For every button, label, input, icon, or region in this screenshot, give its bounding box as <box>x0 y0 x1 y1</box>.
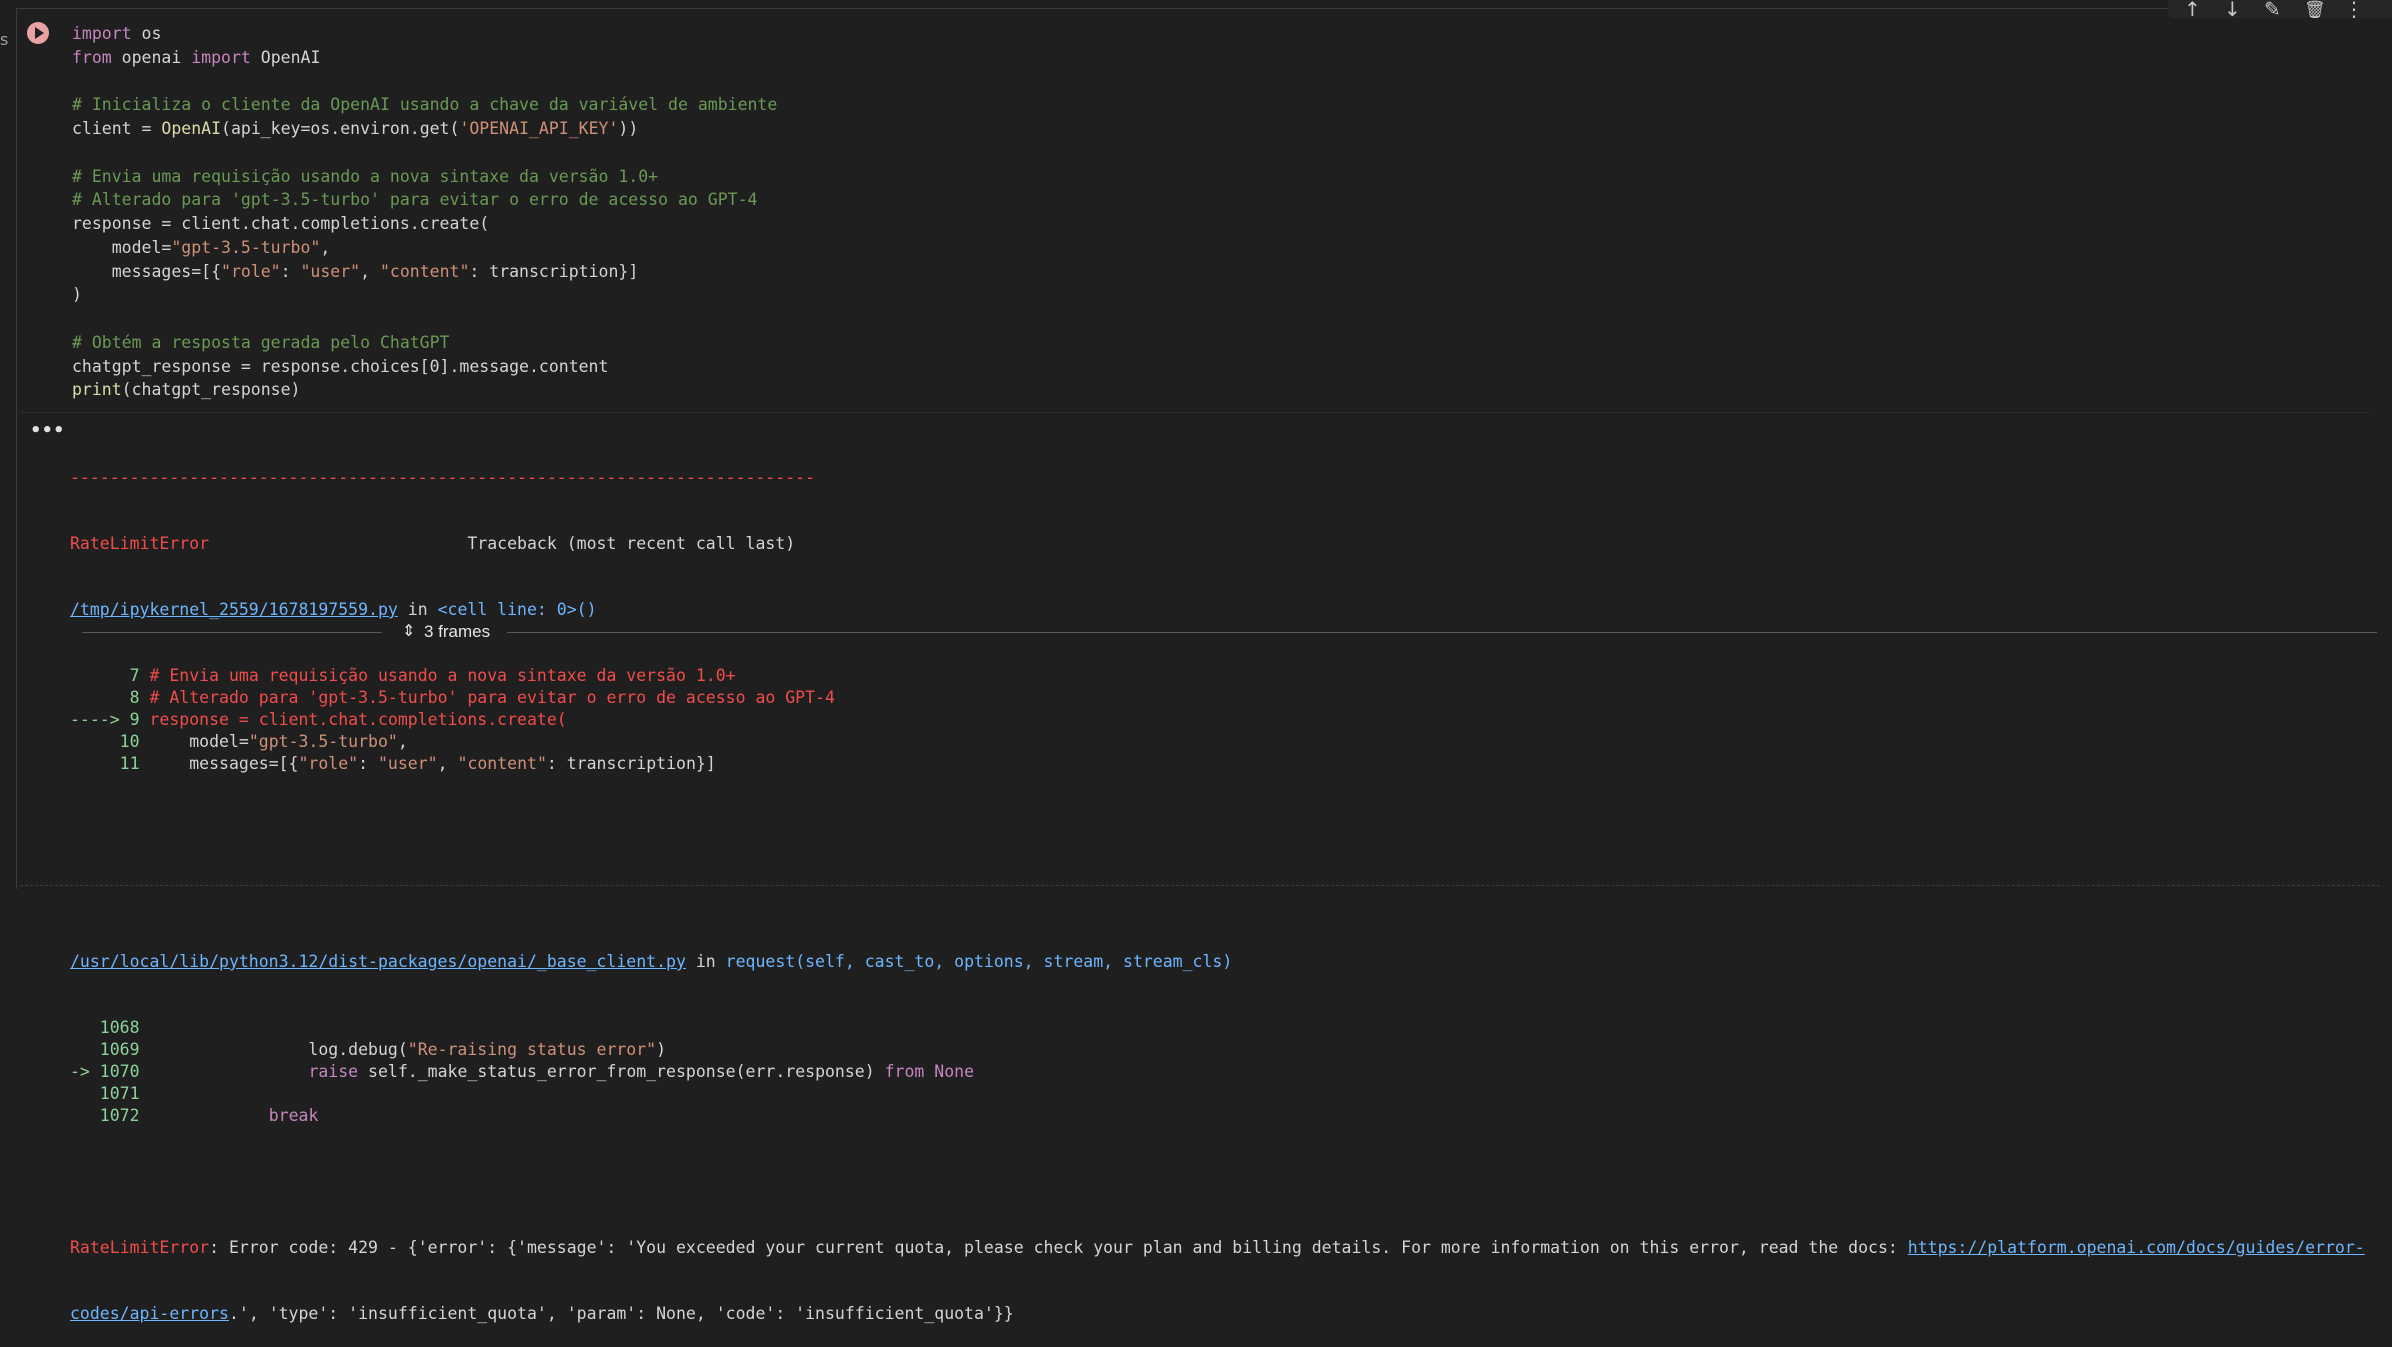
line-number: -> 1070 <box>70 1062 150 1081</box>
code-line: from openai import OpenAI <box>72 47 321 67</box>
code-line: # Alterado para 'gpt-3.5-turbo' para evi… <box>72 190 758 210</box>
traceback-dashes: ----------------------------------------… <box>70 468 816 487</box>
line-number: 1072 <box>70 1106 150 1125</box>
traceback-code: # Alterado para 'gpt-3.5-turbo' para evi… <box>149 688 835 707</box>
line-number: 1068 <box>70 1018 150 1037</box>
more-vert-icon[interactable]: ⋮ <box>2344 0 2364 21</box>
code-line: # Obtém a resposta gerada pelo ChatGPT <box>72 332 450 352</box>
frames-rule-right <box>507 632 2377 633</box>
traceback-location-2: request(self, cast_to, options, stream, … <box>725 952 1233 971</box>
line-number: ----> 9 <box>70 710 150 729</box>
traceback-code: # Envia uma requisição usando a nova sin… <box>149 666 736 685</box>
traceback-file-link[interactable]: /tmp/ipykernel_2559/1678197559.py <box>70 600 398 619</box>
traceback-code: log.debug("Re-raising status error") <box>149 1040 667 1059</box>
traceback-header: Traceback (most recent call last) <box>467 534 796 553</box>
line-number: 7 <box>70 666 150 685</box>
collapsed-frames-toggle[interactable]: ⇕ 3 frames <box>82 621 2377 642</box>
code-line: messages=[{"role": "user", "content": tr… <box>72 261 639 281</box>
line-number: 8 <box>70 688 150 707</box>
traceback-file-row-2: /usr/local/lib/python3.12/dist-packages/… <box>70 951 2365 973</box>
error-name: RateLimitError <box>70 534 210 553</box>
line-number: 10 <box>70 732 150 751</box>
unfold-icon: ⇕ <box>402 621 416 640</box>
arrow-up-icon[interactable]: ↑ <box>2184 0 2201 21</box>
traceback-line: 1069 log.debug("Re-raising status error"… <box>70 1039 2365 1061</box>
code-line: # Inicializa o cliente da OpenAI usando … <box>72 95 778 115</box>
traceback-in-2: in <box>685 952 726 971</box>
cell-bottom-border <box>20 885 2380 886</box>
code-line: print(chatgpt_response) <box>72 380 301 400</box>
traceback-code: response = client.chat.completions.creat… <box>149 710 567 729</box>
docs-link[interactable]: https://platform.openai.com/docs/guides/… <box>1908 1238 2365 1257</box>
traceback-line: 10 model="gpt-3.5-turbo", <box>70 731 2365 753</box>
code-line: response = client.chat.completions.creat… <box>72 214 490 233</box>
traceback-line: -> 1070 raise self._make_status_error_fr… <box>70 1061 2365 1083</box>
frames-label: 3 frames <box>424 622 491 641</box>
cell-toolbar: ↑ ↓ ✎ 🗑 ⋮ <box>2168 0 2392 21</box>
code-line: ) <box>72 285 82 305</box>
run-cell-button[interactable] <box>27 22 49 44</box>
traceback-code: messages=[{"role": "user", "content": tr… <box>149 754 716 773</box>
traceback-line: 8 # Alterado para 'gpt-3.5-turbo' para e… <box>70 687 2365 709</box>
traceback-code: break <box>268 1106 319 1125</box>
traceback-line: 1072 break <box>70 1105 2365 1127</box>
code-line: client = OpenAI(api_key=os.environ.get('… <box>72 119 639 138</box>
final-error-message: : Error code: 429 - {'error': {'message'… <box>209 1238 1908 1257</box>
traceback-lines-2: 1068 1069 log.debug("Re-raising status e… <box>70 1017 2365 1127</box>
code-line: chatgpt_response = response.choices[0].m… <box>72 356 609 376</box>
code-line: model="gpt-3.5-turbo", <box>72 237 331 257</box>
traceback-file-row: /tmp/ipykernel_2559/1678197559.py in <ce… <box>70 599 2365 621</box>
traceback-line: ----> 9 response = client.chat.completio… <box>70 709 2365 731</box>
final-error-name: RateLimitError <box>70 1238 210 1257</box>
traceback-code: raise self._make_status_error_from_respo… <box>308 1062 975 1081</box>
arrow-down-icon[interactable]: ↓ <box>2224 0 2241 21</box>
traceback-file-link-2[interactable]: /usr/local/lib/python3.12/dist-packages/… <box>70 952 686 971</box>
traceback-line: 1071 <box>70 1083 2365 1105</box>
final-error-line-2: codes/api-errors.', 'type': 'insufficien… <box>70 1303 2365 1325</box>
delete-icon[interactable]: 🗑 <box>2304 0 2326 20</box>
traceback-line: 11 messages=[{"role": "user", "content":… <box>70 753 2365 775</box>
traceback-line: 7 # Envia uma requisição usando a nova s… <box>70 665 2365 687</box>
margin-marker: s <box>0 30 9 49</box>
code-line: # Envia uma requisição usando a nova sin… <box>72 166 659 186</box>
line-number: 1069 <box>70 1040 150 1059</box>
docs-link-2[interactable]: codes/api-errors <box>70 1304 229 1323</box>
traceback-code: model="gpt-3.5-turbo", <box>149 732 408 751</box>
edit-icon[interactable]: ✎ <box>2264 0 2281 21</box>
code-line: import os <box>72 24 162 43</box>
traceback-lines: 7 # Envia uma requisição usando a nova s… <box>70 665 2365 775</box>
line-number: 1071 <box>70 1084 150 1103</box>
traceback-header-row: RateLimitError Traceback (most recent ca… <box>70 533 2365 555</box>
traceback-location: <cell line: 0>() <box>437 600 597 619</box>
line-number: 11 <box>70 754 150 773</box>
code-editor[interactable]: import os from openai import OpenAI # Ini… <box>72 22 777 402</box>
output-separator <box>20 412 2370 413</box>
traceback-line: 1068 <box>70 1017 2365 1039</box>
output-menu-icon[interactable]: ••• <box>30 420 65 441</box>
final-error-message-2: .', 'type': 'insufficient_quota', 'param… <box>228 1304 1014 1323</box>
frames-rule-left <box>82 632 382 633</box>
final-error-line: RateLimitError: Error code: 429 - {'erro… <box>70 1237 2365 1259</box>
traceback-in: in <box>397 600 438 619</box>
